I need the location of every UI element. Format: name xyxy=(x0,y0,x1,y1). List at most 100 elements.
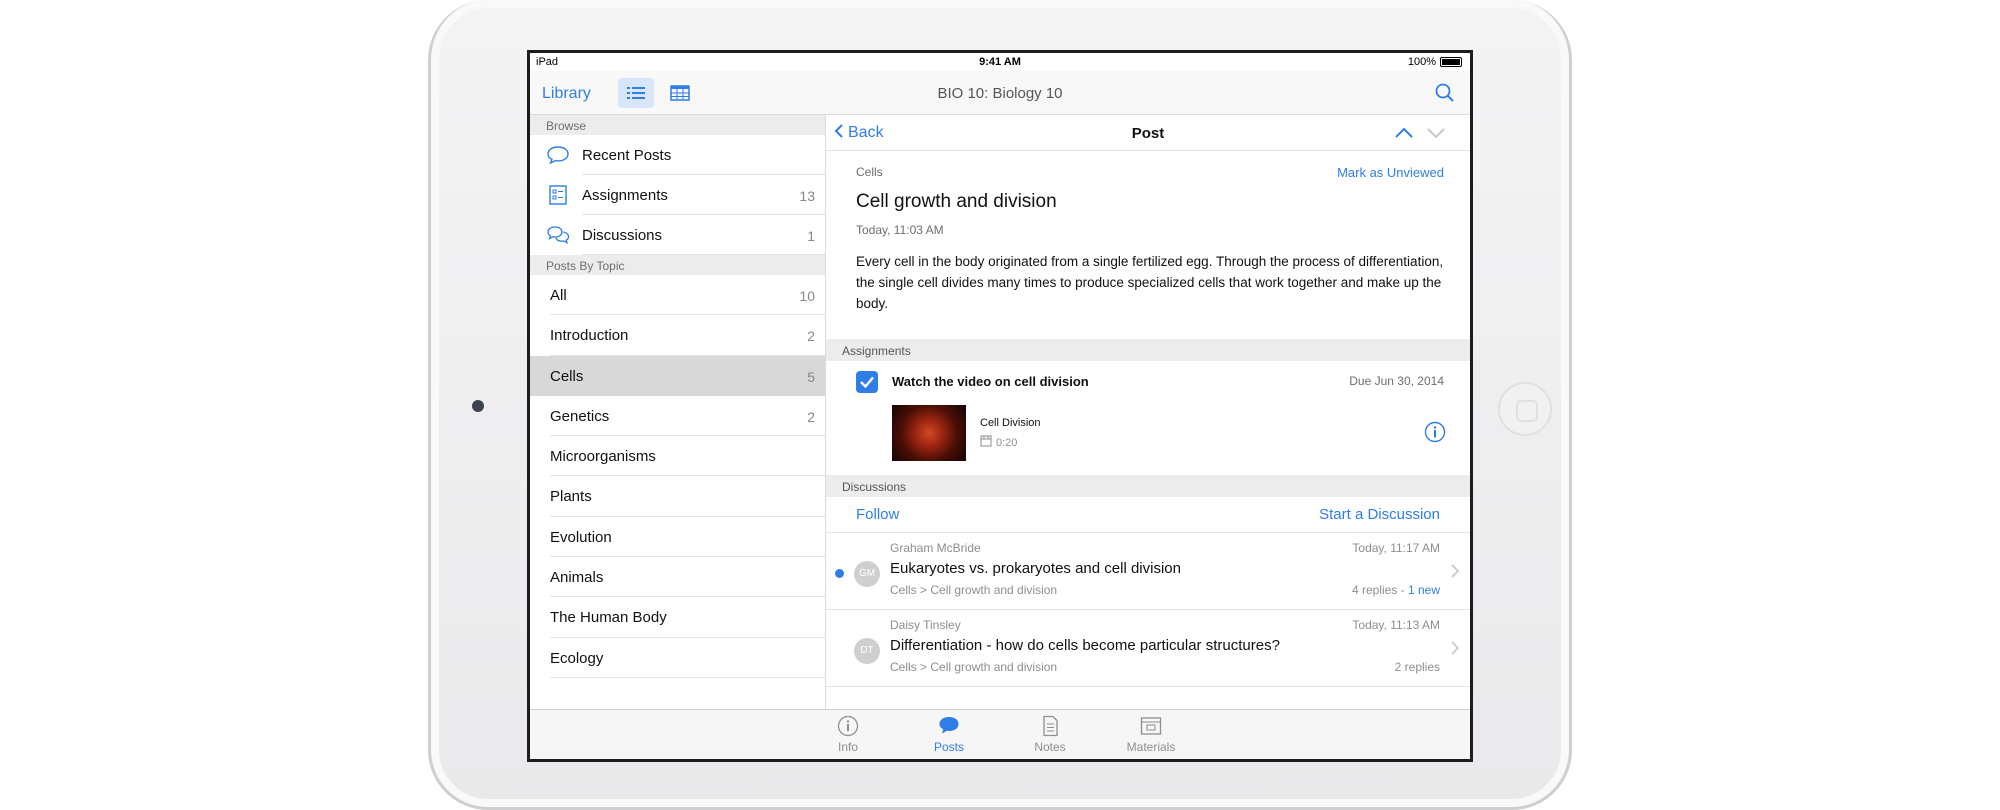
assignment-due-date: Due Jun 30, 2014 xyxy=(1349,374,1444,388)
start-discussion-button[interactable]: Start a Discussion xyxy=(1319,506,1440,523)
post-date: Today, 11:03 AM xyxy=(856,223,944,237)
post-topic: Cells xyxy=(856,165,883,179)
topic-label: All xyxy=(550,287,567,304)
avatar: GM xyxy=(854,561,880,587)
reply-count: 4 replies xyxy=(1351,583,1398,597)
avatar: DT xyxy=(854,638,880,664)
topic-label: Cells xyxy=(550,367,584,385)
video-title: Cell Division xyxy=(980,417,1041,429)
tab-label: Materials xyxy=(1126,740,1176,754)
sidebar-item-label: Discussions xyxy=(582,227,663,244)
mark-as-unviewed-link[interactable]: Mark as Unviewed xyxy=(1337,165,1444,180)
sidebar-topic-human-body[interactable]: The Human Body xyxy=(530,597,825,638)
detail-nav-bar: Back Post xyxy=(826,115,1470,151)
list-view-button[interactable] xyxy=(618,78,654,108)
course-title: BIO 10: Biology 10 xyxy=(937,85,1063,102)
camera-icon xyxy=(472,400,484,412)
sidebar-topic-all[interactable]: All 10 xyxy=(530,275,825,316)
discussion-replies: 4 replies - 1 new xyxy=(1351,583,1440,597)
sidebar-topic-introduction[interactable]: Introduction 2 xyxy=(530,315,825,356)
topic-label: Microorganisms xyxy=(550,448,656,466)
checklist-icon xyxy=(549,185,567,205)
speech-bubble-icon xyxy=(547,146,569,165)
post-body: Every cell in the body originated from a… xyxy=(856,254,1444,311)
search-icon xyxy=(1435,83,1454,102)
assignment-row: Watch the video on cell division Due Jun… xyxy=(826,361,1470,475)
assignments-header: Assignments xyxy=(826,339,1470,361)
sidebar-topic-cells[interactable]: Cells 5 xyxy=(530,355,825,396)
sidebar-topic-evolution[interactable]: Evolution xyxy=(530,517,825,558)
calendar-view-button[interactable] xyxy=(662,78,698,108)
previous-post-chevron-up-icon[interactable] xyxy=(1392,123,1416,143)
topic-label: Genetics xyxy=(550,407,610,425)
tab-label: Info xyxy=(837,740,858,754)
library-link[interactable]: Library xyxy=(542,85,591,103)
sidebar-topic-genetics[interactable]: Genetics 2 xyxy=(530,396,825,437)
tab-posts[interactable]: Posts xyxy=(909,714,989,754)
discussion-bubbles-icon xyxy=(547,226,570,244)
discussion-replies: 2 replies xyxy=(1394,660,1440,674)
topic-count: 5 xyxy=(807,368,815,385)
unread-dot xyxy=(835,569,844,578)
topic-label: The Human Body xyxy=(550,609,667,627)
chevron-right-icon xyxy=(1451,564,1460,578)
topic-label: Plants xyxy=(550,488,592,506)
assignment-checkbox[interactable] xyxy=(856,371,878,393)
discussion-row[interactable]: GM Graham McBride Eukaryotes vs. prokary… xyxy=(826,533,1470,610)
battery-percent: 100% xyxy=(1407,56,1436,68)
discussion-author: Graham McBride xyxy=(890,541,981,555)
detail-title: Post xyxy=(1131,125,1165,142)
topic-count: 2 xyxy=(807,328,815,345)
app-screen: iPad 9:41 AM 100% Library BIO 10: Biolog… xyxy=(527,50,1473,762)
video-length: 0:20 xyxy=(996,437,1018,449)
film-icon xyxy=(980,435,992,447)
next-post-chevron-down-icon[interactable] xyxy=(1424,123,1448,143)
new-count: 1 new xyxy=(1407,583,1440,597)
notes-icon xyxy=(1043,715,1058,737)
discussion-actions: Follow Start a Discussion xyxy=(826,497,1470,533)
discussion-time: Today, 11:17 AM xyxy=(1352,541,1440,555)
divider xyxy=(582,254,825,255)
tab-info[interactable]: Info xyxy=(808,714,888,754)
sidebar-topic-animals[interactable]: Animals xyxy=(530,557,825,598)
status-bar: iPad 9:41 AM 100% xyxy=(530,53,1470,71)
discussions-header: Discussions xyxy=(826,475,1470,497)
topics-header: Posts By Topic xyxy=(530,255,825,275)
topic-label: Introduction xyxy=(550,327,629,345)
sidebar-topic-plants[interactable]: Plants xyxy=(530,476,825,517)
topic-label: Evolution xyxy=(550,528,612,546)
discussion-path: Cells > Cell growth and division xyxy=(890,660,1058,674)
home-button[interactable] xyxy=(1498,382,1552,436)
sidebar-item-assignments[interactable]: Assignments 13 xyxy=(530,175,825,215)
post-detail-pane: Back Post Cells Mark as Unviewed Cell gr… xyxy=(826,115,1470,709)
sidebar: Browse Recent Posts Assignments 13 Discu… xyxy=(530,115,826,709)
tab-materials[interactable]: Materials xyxy=(1111,714,1191,754)
info-circle-icon[interactable] xyxy=(1424,421,1446,443)
sidebar-item-count: 1 xyxy=(807,228,815,244)
post-title: Cell growth and division xyxy=(856,191,1057,212)
posts-bubble-icon xyxy=(939,717,959,734)
sidebar-item-discussions[interactable]: Discussions 1 xyxy=(530,215,825,255)
discussion-row[interactable]: DT Daisy Tinsley Differentiation - how d… xyxy=(826,610,1470,687)
video-thumbnail[interactable] xyxy=(892,405,966,461)
post-content: Cells Mark as Unviewed Cell growth and d… xyxy=(826,151,1470,339)
topic-label: Ecology xyxy=(550,649,604,667)
battery-icon xyxy=(1440,57,1462,67)
follow-button[interactable]: Follow xyxy=(856,506,899,523)
sidebar-topic-ecology[interactable]: Ecology xyxy=(530,638,825,678)
sidebar-item-recent-posts[interactable]: Recent Posts xyxy=(530,135,825,175)
search-button[interactable] xyxy=(1434,82,1456,104)
topic-label: Animals xyxy=(550,569,604,587)
top-nav-bar: Library BIO 10: Biology 10 xyxy=(530,71,1470,115)
sidebar-item-count: 13 xyxy=(799,188,815,204)
sidebar-topic-microorganisms[interactable]: Microorganisms xyxy=(530,436,825,477)
sidebar-item-label: Recent Posts xyxy=(582,147,672,164)
browse-header: Browse xyxy=(530,115,825,135)
chevron-right-icon xyxy=(1451,641,1460,655)
discussion-time: Today, 11:13 AM xyxy=(1352,618,1440,632)
assignment-title: Watch the video on cell division xyxy=(892,374,1089,389)
tab-notes[interactable]: Notes xyxy=(1010,714,1090,754)
sidebar-item-label: Assignments xyxy=(582,187,668,204)
tab-label: Notes xyxy=(1034,740,1066,754)
discussion-author: Daisy Tinsley xyxy=(890,618,961,632)
